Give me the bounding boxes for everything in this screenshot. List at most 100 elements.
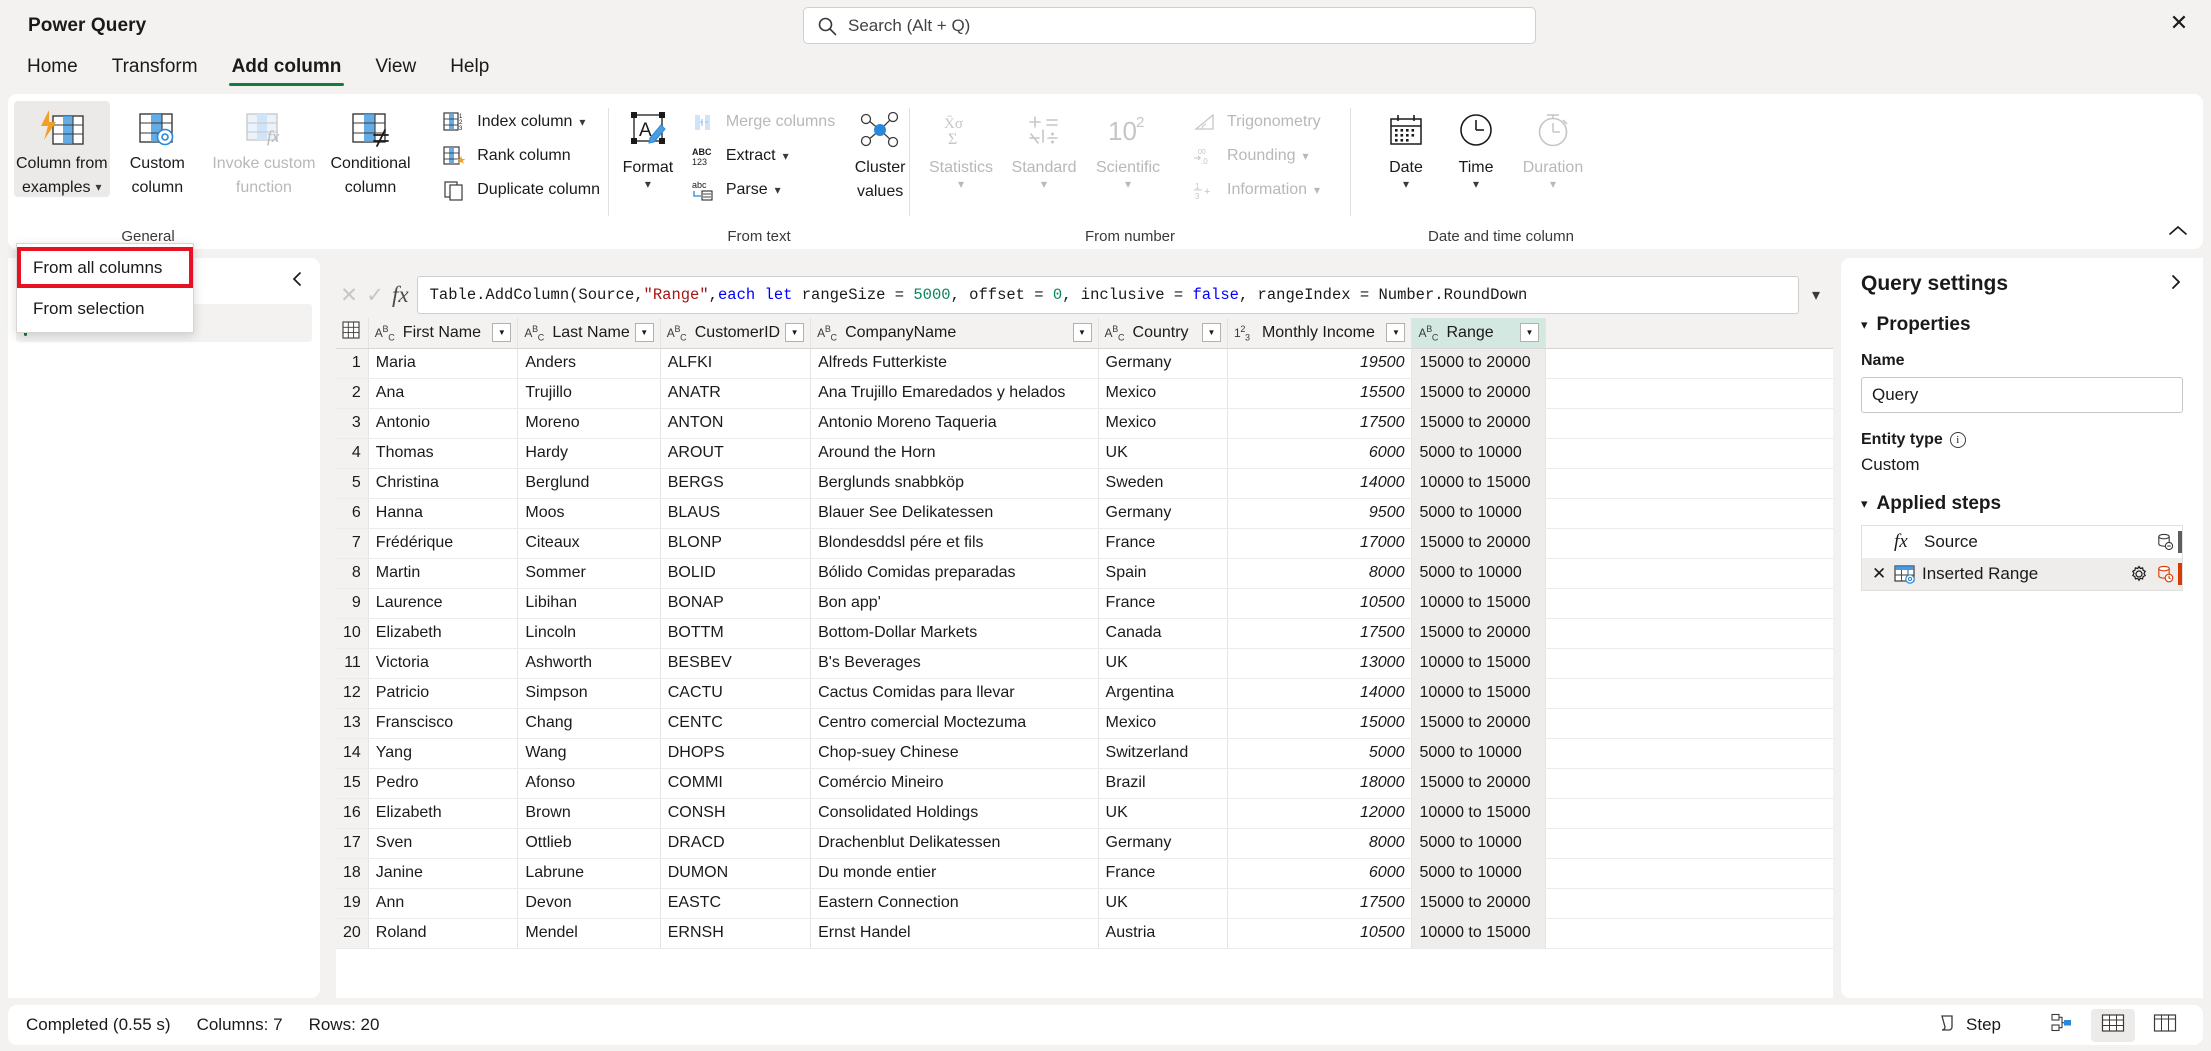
table-row[interactable]: 13FransciscoChangCENTCCentro comercial M… — [336, 708, 1833, 738]
cell-country[interactable]: UK — [1098, 438, 1227, 468]
column-header-companyname[interactable]: ABC CompanyName ▼ — [811, 318, 1098, 348]
cell-range[interactable]: 10000 to 15000 — [1412, 798, 1546, 828]
cell-customerid[interactable]: CENTC — [660, 708, 810, 738]
cell-first-name[interactable]: Janine — [368, 858, 518, 888]
cell-first-name[interactable]: Sven — [368, 828, 518, 858]
cell-last-name[interactable]: Lincoln — [518, 618, 660, 648]
applied-steps-section-header[interactable]: ▾ Applied steps — [1861, 493, 2183, 515]
cell-first-name[interactable]: Christina — [368, 468, 518, 498]
cell-monthly-income[interactable]: 12000 — [1227, 798, 1412, 828]
cell-companyname[interactable]: Berglunds snabbköp — [811, 468, 1098, 498]
duplicate-column-button[interactable]: Duplicate column — [434, 173, 608, 207]
conditional-column-button[interactable]: Conditional column — [323, 101, 419, 197]
filter-dropdown-icon[interactable]: ▼ — [492, 323, 511, 342]
cell-country[interactable]: Germany — [1098, 498, 1227, 528]
chevron-down-icon[interactable]: ▾ — [1473, 177, 1479, 191]
cell-monthly-income[interactable]: 14000 — [1227, 468, 1412, 498]
cell-customerid[interactable]: BOTTM — [660, 618, 810, 648]
cell-companyname[interactable]: Antonio Moreno Taqueria — [811, 408, 1098, 438]
cell-monthly-income[interactable]: 19500 — [1227, 348, 1412, 378]
filter-dropdown-icon[interactable]: ▼ — [1202, 323, 1221, 342]
cell-country[interactable]: Switzerland — [1098, 738, 1227, 768]
chevron-down-icon[interactable]: ▾ — [1799, 285, 1833, 305]
cell-first-name[interactable]: Elizabeth — [368, 798, 518, 828]
cell-range[interactable]: 5000 to 10000 — [1412, 738, 1546, 768]
cell-country[interactable]: Mexico — [1098, 708, 1227, 738]
chevron-down-icon[interactable]: ▾ — [645, 177, 651, 191]
table-row[interactable]: 10ElizabethLincolnBOTTMBottom-Dollar Mar… — [336, 618, 1833, 648]
cell-monthly-income[interactable]: 8000 — [1227, 828, 1412, 858]
filter-dropdown-icon[interactable]: ▼ — [635, 323, 654, 342]
custom-column-button[interactable]: Custom column — [110, 101, 206, 197]
cell-range[interactable]: 15000 to 20000 — [1412, 888, 1546, 918]
applied-step-source[interactable]: fx Source — [1862, 526, 2182, 558]
cell-last-name[interactable]: Citeaux — [518, 528, 660, 558]
table-row[interactable]: 12PatricioSimpsonCACTUCactus Comidas par… — [336, 678, 1833, 708]
cell-companyname[interactable]: Ernst Handel — [811, 918, 1098, 948]
cell-monthly-income[interactable]: 18000 — [1227, 768, 1412, 798]
table-row[interactable]: 4ThomasHardyAROUTAround the HornUK600050… — [336, 438, 1833, 468]
table-row[interactable]: 3AntonioMorenoANTONAntonio Moreno Taquer… — [336, 408, 1833, 438]
table-row[interactable]: 16ElizabethBrownCONSHConsolidated Holdin… — [336, 798, 1833, 828]
cell-last-name[interactable]: Labrune — [518, 858, 660, 888]
column-header-monthly-income[interactable]: 123 Monthly Income ▼ — [1227, 318, 1412, 348]
schema-view-button[interactable] — [2143, 1009, 2187, 1042]
cell-customerid[interactable]: BONAP — [660, 588, 810, 618]
table-row[interactable]: 14YangWangDHOPSChop-suey ChineseSwitzerl… — [336, 738, 1833, 768]
step-delete-icon[interactable]: ✕ — [1872, 564, 1894, 584]
cluster-values-button[interactable]: Cluster values — [851, 101, 909, 201]
chevron-down-icon[interactable]: ▾ — [775, 183, 781, 197]
column-header-country[interactable]: ABC Country ▼ — [1098, 318, 1227, 348]
filter-dropdown-icon[interactable]: ▼ — [1520, 323, 1539, 342]
cell-last-name[interactable]: Berglund — [518, 468, 660, 498]
cell-last-name[interactable]: Moos — [518, 498, 660, 528]
table-row[interactable]: 18JanineLabruneDUMONDu monde entierFranc… — [336, 858, 1833, 888]
accept-check-icon[interactable]: ✓ — [362, 283, 388, 308]
tab-help[interactable]: Help — [433, 52, 506, 88]
filter-dropdown-icon[interactable]: ▼ — [785, 323, 804, 342]
table-row[interactable]: 11VictoriaAshworthBESBEVB's BeveragesUK1… — [336, 648, 1833, 678]
cell-customerid[interactable]: COMMI — [660, 768, 810, 798]
cell-first-name[interactable]: Antonio — [368, 408, 518, 438]
cell-customerid[interactable]: CACTU — [660, 678, 810, 708]
cell-customerid[interactable]: ERNSH — [660, 918, 810, 948]
cell-country[interactable]: France — [1098, 528, 1227, 558]
cell-last-name[interactable]: Anders — [518, 348, 660, 378]
cell-customerid[interactable]: BLAUS — [660, 498, 810, 528]
cell-companyname[interactable]: Comércio Mineiro — [811, 768, 1098, 798]
cell-first-name[interactable]: Thomas — [368, 438, 518, 468]
cell-country[interactable]: UK — [1098, 798, 1227, 828]
cell-monthly-income[interactable]: 13000 — [1227, 648, 1412, 678]
format-button[interactable]: A Format ▾ — [619, 101, 677, 201]
cell-range[interactable]: 15000 to 20000 — [1412, 348, 1546, 378]
cell-customerid[interactable]: BERGS — [660, 468, 810, 498]
cell-country[interactable]: Argentina — [1098, 678, 1227, 708]
cell-companyname[interactable]: Blauer See Delikatessen — [811, 498, 1098, 528]
index-column-button[interactable]: 1 2 3 Index column ▾ — [434, 105, 608, 139]
cell-first-name[interactable]: Laurence — [368, 588, 518, 618]
cell-monthly-income[interactable]: 17500 — [1227, 888, 1412, 918]
cell-first-name[interactable]: Elizabeth — [368, 618, 518, 648]
cell-companyname[interactable]: Ana Trujillo Emaredados y helados — [811, 378, 1098, 408]
cell-monthly-income[interactable]: 14000 — [1227, 678, 1412, 708]
cell-first-name[interactable]: Victoria — [368, 648, 518, 678]
cell-customerid[interactable]: DRACD — [660, 828, 810, 858]
cell-customerid[interactable]: BLONP — [660, 528, 810, 558]
column-header-range[interactable]: ABC Range ▼ — [1412, 318, 1546, 348]
cell-country[interactable]: Brazil — [1098, 768, 1227, 798]
cell-companyname[interactable]: Drachenblut Delikatessen — [811, 828, 1098, 858]
cell-range[interactable]: 5000 to 10000 — [1412, 858, 1546, 888]
cell-monthly-income[interactable]: 17500 — [1227, 618, 1412, 648]
gear-icon[interactable] — [2126, 565, 2152, 583]
close-icon[interactable]: ✕ — [2147, 0, 2211, 46]
cell-companyname[interactable]: Consolidated Holdings — [811, 798, 1098, 828]
properties-section-header[interactable]: ▾ Properties — [1861, 314, 2183, 336]
cell-first-name[interactable]: Franscisco — [368, 708, 518, 738]
data-view-button[interactable] — [2091, 1009, 2135, 1042]
dropdown-item-from-all-columns[interactable]: From all columns — [17, 247, 193, 288]
cell-last-name[interactable]: Trujillo — [518, 378, 660, 408]
table-row[interactable]: 1MariaAndersALFKIAlfreds FutterkisteGerm… — [336, 348, 1833, 378]
cell-monthly-income[interactable]: 10500 — [1227, 588, 1412, 618]
tab-view[interactable]: View — [358, 52, 433, 88]
chevron-right-icon[interactable] — [2167, 274, 2183, 295]
